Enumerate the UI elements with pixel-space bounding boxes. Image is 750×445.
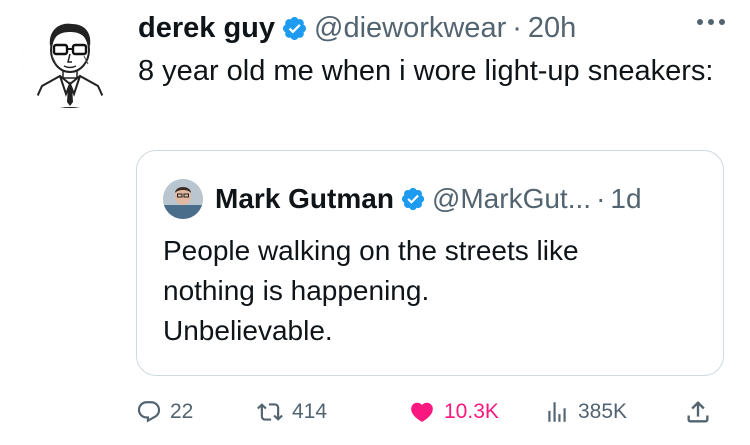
quoted-author-display-name[interactable]: Mark Gutman (215, 183, 394, 215)
verified-badge-icon (281, 15, 308, 42)
quoted-tweet-line: People walking on the streets like (163, 235, 579, 266)
author-avatar[interactable] (22, 12, 118, 108)
author-display-name[interactable]: derek guy (138, 8, 275, 48)
like-count: 10.3K (444, 400, 499, 423)
tweet-action-bar: 22 414 10.3K 385K (136, 392, 726, 432)
quoted-tweet[interactable]: Mark Gutman @MarkGut... · 1d People walk… (136, 150, 724, 376)
share-button[interactable] (684, 392, 720, 432)
tweet-header: derek guy @dieworkwear · 20h (138, 8, 576, 48)
share-upload-icon (684, 398, 712, 426)
views-bar-chart-icon (544, 399, 570, 425)
author-handle[interactable]: @dieworkwear (314, 8, 506, 48)
quoted-verified-badge-icon (400, 186, 426, 212)
reply-button[interactable]: 22 (136, 392, 193, 432)
quoted-tweet-timestamp[interactable]: 1d (610, 183, 641, 215)
quoted-header-separator: · (596, 183, 606, 214)
quoted-tweet-line: Unbelievable. (163, 315, 333, 346)
header-separator: · (512, 12, 522, 44)
avatar-illustration-icon (22, 12, 118, 108)
quoted-author-avatar[interactable] (163, 179, 203, 219)
retweet-count: 414 (292, 400, 328, 423)
views-count: 385K (578, 400, 628, 423)
views-button[interactable]: 385K (544, 392, 627, 432)
tweet-text: 8 year old me when i wore light-up sneak… (138, 55, 714, 87)
quoted-tweet-line: nothing is happening. (163, 275, 430, 306)
quoted-author-handle[interactable]: @MarkGut... (432, 183, 591, 215)
retweet-button[interactable]: 414 (256, 392, 327, 432)
reply-bubble-icon (136, 399, 162, 425)
heart-icon (408, 399, 436, 425)
tweet[interactable]: derek guy @dieworkwear · 20h 8 year old … (0, 0, 750, 445)
reply-count: 22 (170, 400, 194, 423)
retweet-icon (256, 399, 284, 425)
quoted-tweet-text: People walking on the streets like nothi… (163, 231, 703, 351)
tweet-timestamp[interactable]: 20h (528, 8, 576, 48)
quoted-tweet-header: Mark Gutman @MarkGut... · 1d (163, 179, 642, 219)
like-button[interactable]: 10.3K (408, 392, 499, 432)
more-options-ellipsis-icon[interactable] (694, 12, 728, 32)
